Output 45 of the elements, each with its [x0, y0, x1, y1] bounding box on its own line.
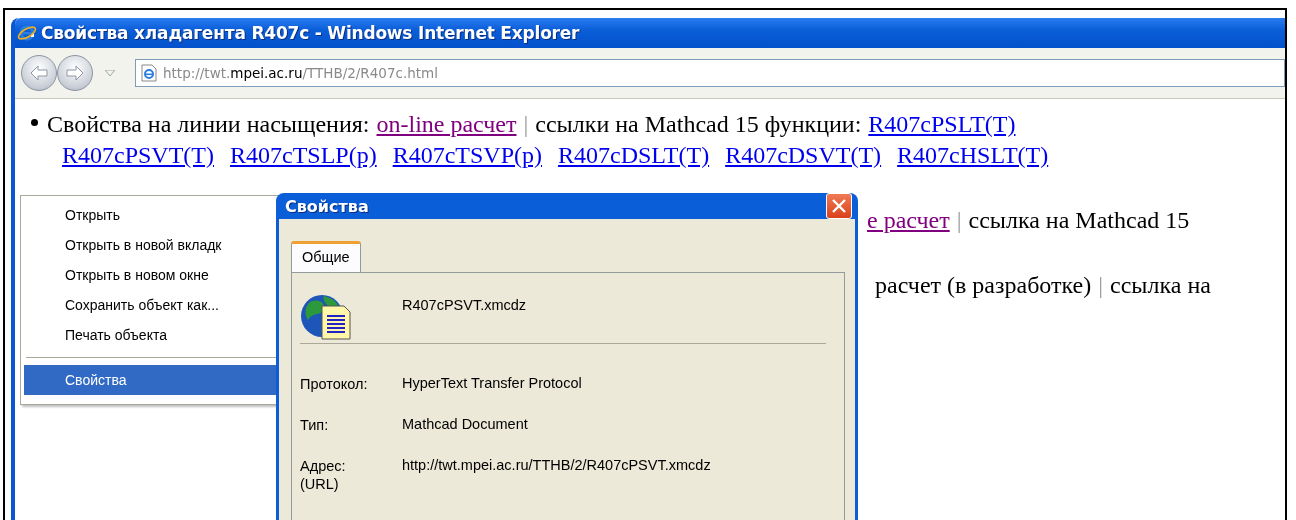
separator-text: | [1098, 271, 1104, 300]
property-label: Тип: [300, 416, 330, 434]
visited-link[interactable]: е расчет [867, 205, 950, 236]
separator-text: | [956, 206, 962, 235]
property-value: http://twt.mpei.ac.ru/TTHB/2/R407cPSVT.xmcdz [402, 457, 712, 473]
forward-arrow-icon [65, 65, 85, 81]
link[interactable]: R407cHSLT(T) [897, 140, 1049, 171]
link[interactable]: R407cPSVT(T) [62, 140, 214, 171]
dropdown-caret-icon[interactable] [105, 70, 115, 76]
window-title: Свойства хладагента R407c - Windows Internet Explorer [41, 23, 580, 43]
separator-text: | [523, 110, 529, 139]
link[interactable]: R407cDSVT(T) [725, 140, 882, 171]
body-text: расчет (в разработке) [875, 271, 1092, 300]
link[interactable]: R407cDSLT(T) [558, 140, 710, 171]
address-field[interactable]: http://twt.mpei.ac.ru/TTHB/2/R407c.html [135, 59, 1285, 87]
dialog-title: Свойства [285, 196, 369, 216]
body-text: ссылка на Mathcad 15 [968, 206, 1190, 235]
browser-logo-icon [17, 23, 37, 43]
bullet-icon [31, 118, 38, 126]
file-name: R407cPSVT.xmcdz [402, 297, 527, 313]
url-text: http://twt.mpei.ac.ru/TTHB/2/R407c.html [163, 65, 438, 81]
menu-item[interactable]: Сохранить объект как... [24, 290, 279, 320]
property-value: Mathcad Document [402, 416, 529, 432]
menu-item[interactable]: Открыть [24, 200, 279, 230]
link[interactable]: R407cTSLP(p) [230, 140, 377, 171]
body-text: Свойства на линии насыщения: [47, 110, 370, 139]
visited-link[interactable]: on-line расчет [376, 109, 517, 140]
menu-item[interactable]: Свойства [24, 365, 279, 395]
tab[interactable]: Общие [291, 241, 361, 272]
property-value: HyperText Transfer Protocol [402, 375, 583, 391]
page-icon [140, 64, 158, 82]
menu-item[interactable]: Печать объекта [24, 320, 279, 350]
link[interactable]: R407cPSLT(T) [868, 109, 1016, 140]
property-label: Протокол: [300, 375, 369, 393]
close-icon [832, 199, 846, 213]
menu-item[interactable]: Открыть в новой вкладк [24, 230, 279, 260]
forward-button[interactable] [57, 55, 93, 91]
back-button[interactable] [21, 55, 57, 91]
property-label: Адрес: (URL) [300, 457, 347, 493]
close-button[interactable] [826, 193, 852, 219]
link[interactable]: R407cTSVP(p) [392, 140, 542, 171]
body-text: ссылки на Mathcad 15 функции: [535, 110, 862, 139]
menu-item[interactable]: Открыть в новом окне [24, 260, 279, 290]
back-arrow-icon [29, 65, 49, 81]
body-text: ссылка на [1110, 271, 1211, 300]
